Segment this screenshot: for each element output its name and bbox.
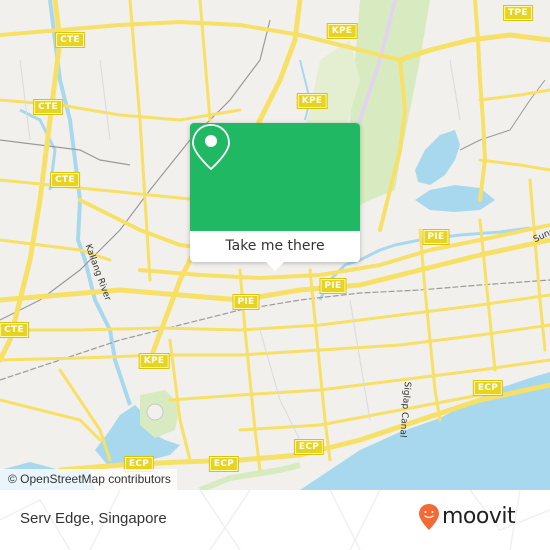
popup-header xyxy=(190,123,360,231)
map-attribution[interactable]: © OpenStreetMap contributors xyxy=(0,469,177,490)
place-name: Serv Edge, Singapore xyxy=(20,510,167,527)
moovit-wordmark: moovit xyxy=(442,504,516,529)
road-shield-kpe: KPE xyxy=(326,23,358,39)
kallang-river xyxy=(48,0,132,406)
moovit-logo[interactable]: moovit xyxy=(418,503,516,531)
road-shield-pie: PIE xyxy=(232,294,260,310)
stadium xyxy=(146,403,164,421)
road-shield-kpe: KPE xyxy=(138,353,170,369)
rail-4 xyxy=(459,79,546,151)
road-shield-cte: CTE xyxy=(33,99,63,115)
road-shield-pie: PIE xyxy=(422,229,450,245)
road-shield-cte: CTE xyxy=(55,32,85,48)
location-pin-icon xyxy=(192,124,230,170)
road-v1 xyxy=(128,0,152,282)
road-c3 xyxy=(478,158,550,172)
road-h3 xyxy=(0,178,202,202)
road-shield-cte: CTE xyxy=(0,322,29,338)
reservoir-1 xyxy=(415,130,460,185)
road-shield-cte: CTE xyxy=(50,172,80,188)
road-c2 xyxy=(478,88,550,102)
rail-2 xyxy=(0,139,131,166)
road-shield-ecp: ECP xyxy=(293,439,325,455)
road-v2 xyxy=(198,0,212,122)
location-popup: Take me there xyxy=(190,123,360,271)
road-v7 xyxy=(528,178,547,352)
road-shield-kpe: KPE xyxy=(296,93,328,109)
footer: Serv Edge, Singapore moovit xyxy=(0,490,550,550)
sea xyxy=(300,372,550,490)
canal-4 xyxy=(299,59,312,121)
map-view[interactable]: CTE CTE CTE CTE KPE KPE KPE TPE PIE PIE … xyxy=(0,0,550,490)
moovit-pin-icon xyxy=(419,504,439,530)
road-shield-ecp: ECP xyxy=(472,380,504,396)
popup-arrow xyxy=(266,262,284,271)
road-shield-tpe: TPE xyxy=(503,5,533,21)
road-shield-pie: PIE xyxy=(319,278,347,294)
road-v6 xyxy=(478,218,497,372)
take-me-there-button[interactable]: Take me there xyxy=(190,231,360,262)
road-v5 xyxy=(418,228,442,422)
road-shield-ecp: ECP xyxy=(208,456,240,472)
road-h4 xyxy=(0,293,550,332)
